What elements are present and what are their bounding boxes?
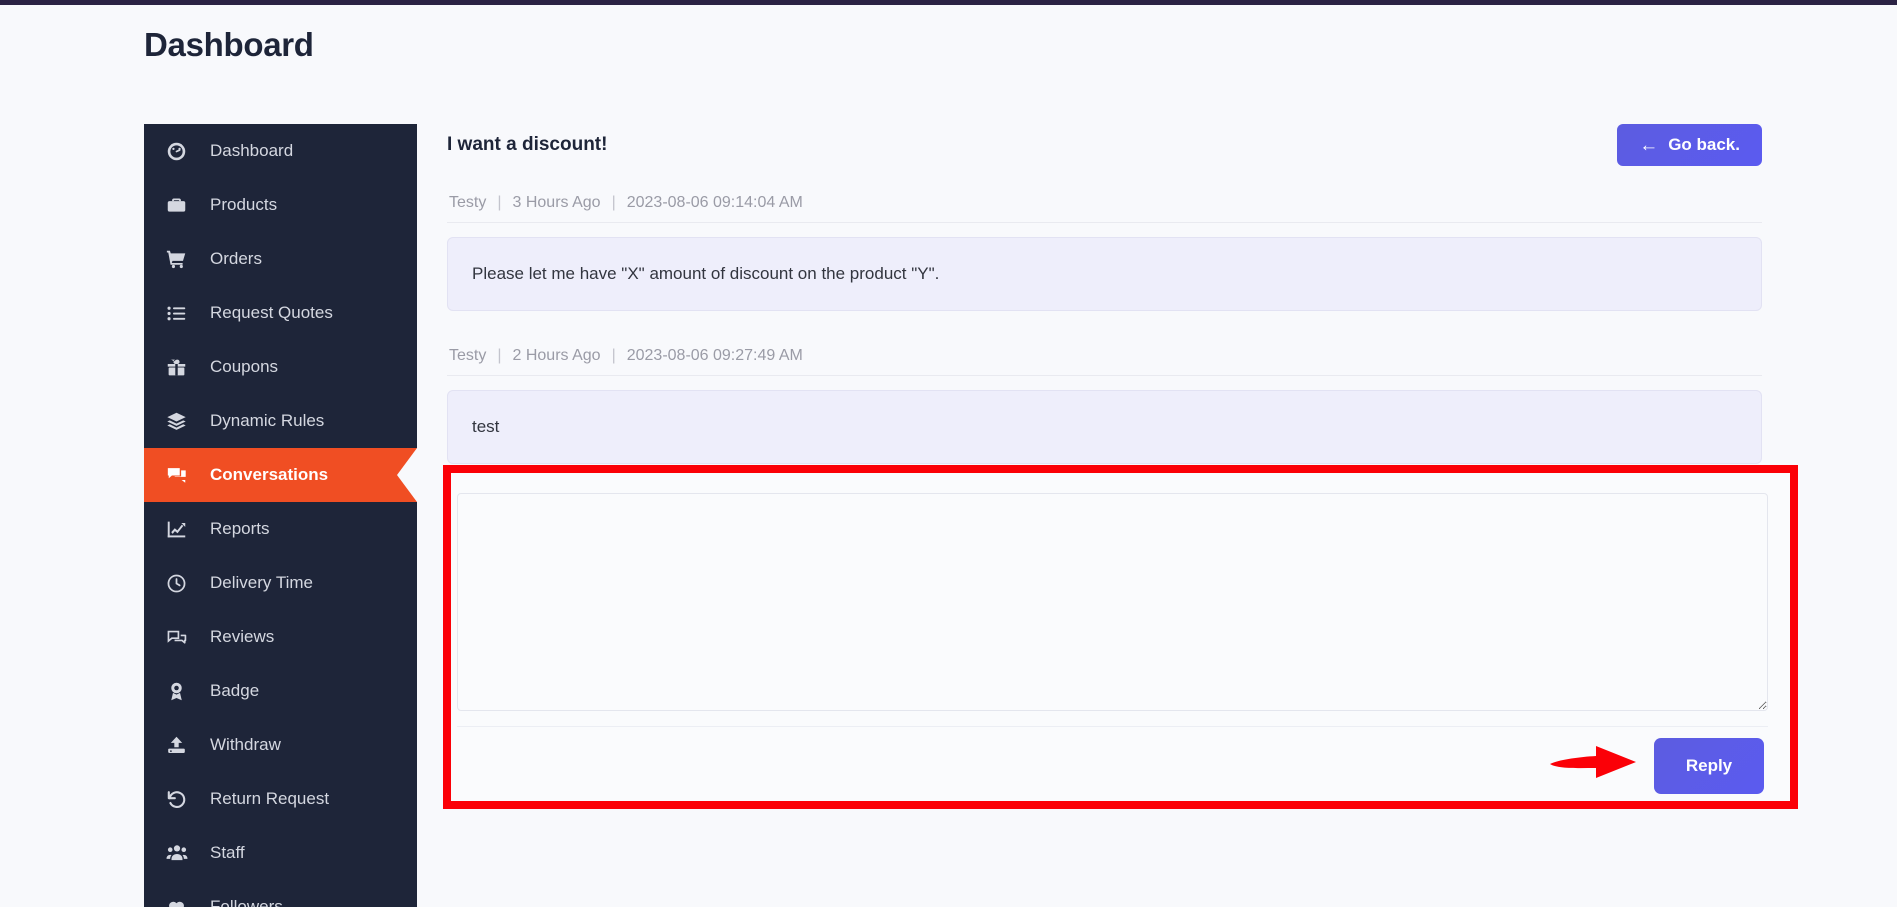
sidebar-item-label: Products — [210, 195, 278, 214]
sidebar-item-label: Conversations — [210, 465, 329, 484]
meta-separator: | — [611, 347, 616, 364]
sidebar-item-dynamic-rules[interactable]: Dynamic Rules — [144, 394, 417, 448]
sidebar-item-dashboard[interactable]: Dashboard — [144, 124, 417, 178]
message-relative-time: 2 Hours Ago — [512, 347, 601, 364]
sidebar-item-label: Followers — [210, 897, 283, 907]
gift-icon — [166, 357, 200, 378]
sidebar-item-withdraw[interactable]: Withdraw — [144, 718, 417, 772]
chat-bubbles-icon — [166, 464, 200, 486]
message-relative-time: 3 Hours Ago — [512, 194, 601, 211]
undo-icon — [166, 789, 200, 810]
shopping-cart-icon — [166, 249, 200, 270]
list-icon — [166, 303, 200, 324]
sidebar-item-request-quotes[interactable]: Request Quotes — [144, 286, 417, 340]
chart-line-icon — [166, 519, 200, 540]
clock-icon — [166, 573, 200, 594]
sidebar-item-reports[interactable]: Reports — [144, 502, 417, 556]
sidebar-item-reviews[interactable]: Reviews — [144, 610, 417, 664]
message-timestamp: 2023-08-06 09:14:04 AM — [626, 194, 803, 211]
go-back-button[interactable]: ← Go back. — [1617, 124, 1762, 166]
arrow-left-icon: ← — [1639, 134, 1659, 156]
sidebar-item-label: Withdraw — [210, 735, 281, 754]
sidebar-item-products[interactable]: Products — [144, 178, 417, 232]
sidebar-item-label: Coupons — [210, 357, 279, 376]
sidebar: Dashboard Products Orders Request Quotes… — [144, 124, 417, 907]
sidebar-item-label: Request Quotes — [210, 303, 333, 322]
sidebar-item-label: Return Request — [210, 789, 330, 808]
message-body: Please let me have "X" amount of discoun… — [447, 237, 1762, 311]
upload-icon — [166, 735, 200, 756]
meta-separator: | — [497, 347, 502, 364]
sidebar-item-label: Dynamic Rules — [210, 411, 325, 430]
award-icon — [166, 681, 200, 702]
layers-icon — [166, 411, 200, 432]
gauge-icon — [166, 141, 200, 162]
message-author: Testy — [449, 194, 487, 211]
comments-icon — [166, 627, 200, 648]
go-back-label: Go back. — [1668, 135, 1740, 154]
sidebar-item-label: Staff — [210, 843, 245, 862]
conversation-thread: I want a discount! ← Go back. Testy | 3 … — [447, 124, 1762, 464]
page-title: Dashboard — [144, 26, 314, 63]
sidebar-item-conversations[interactable]: Conversations — [144, 448, 417, 502]
message-author: Testy — [449, 347, 487, 364]
sidebar-item-badge[interactable]: Badge — [144, 664, 417, 718]
sidebar-item-return-request[interactable]: Return Request — [144, 772, 417, 826]
message-body: test — [447, 390, 1762, 464]
reply-footer: Reply — [457, 726, 1768, 804]
top-accent-strip — [0, 0, 1897, 5]
sidebar-item-delivery-time[interactable]: Delivery Time — [144, 556, 417, 610]
meta-separator: | — [497, 194, 502, 211]
reply-panel-highlight: Reply — [443, 465, 1798, 809]
meta-separator: | — [611, 194, 616, 211]
sidebar-item-label: Reviews — [210, 627, 275, 646]
sidebar-item-followers[interactable]: Followers — [144, 880, 417, 907]
sidebar-item-label: Orders — [210, 249, 262, 268]
heart-icon — [166, 897, 200, 907]
message-meta: Testy | 3 Hours Ago | 2023-08-06 09:14:0… — [447, 180, 1762, 223]
briefcase-icon — [166, 195, 200, 216]
sidebar-item-label: Badge — [210, 681, 260, 700]
message-timestamp: 2023-08-06 09:27:49 AM — [626, 347, 803, 364]
reply-panel: Reply — [451, 473, 1790, 801]
message-meta: Testy | 2 Hours Ago | 2023-08-06 09:27:4… — [447, 333, 1762, 376]
thread-header: I want a discount! ← Go back. — [447, 124, 1762, 180]
sidebar-item-label: Reports — [210, 519, 270, 538]
sidebar-item-staff[interactable]: Staff — [144, 826, 417, 880]
sidebar-item-label: Delivery Time — [210, 573, 313, 592]
reply-textarea[interactable] — [457, 493, 1768, 711]
reply-button[interactable]: Reply — [1654, 737, 1764, 794]
thread-title: I want a discount! — [447, 134, 608, 155]
sidebar-item-coupons[interactable]: Coupons — [144, 340, 417, 394]
users-icon — [166, 842, 200, 864]
sidebar-item-orders[interactable]: Orders — [144, 232, 417, 286]
sidebar-item-label: Dashboard — [210, 141, 294, 160]
